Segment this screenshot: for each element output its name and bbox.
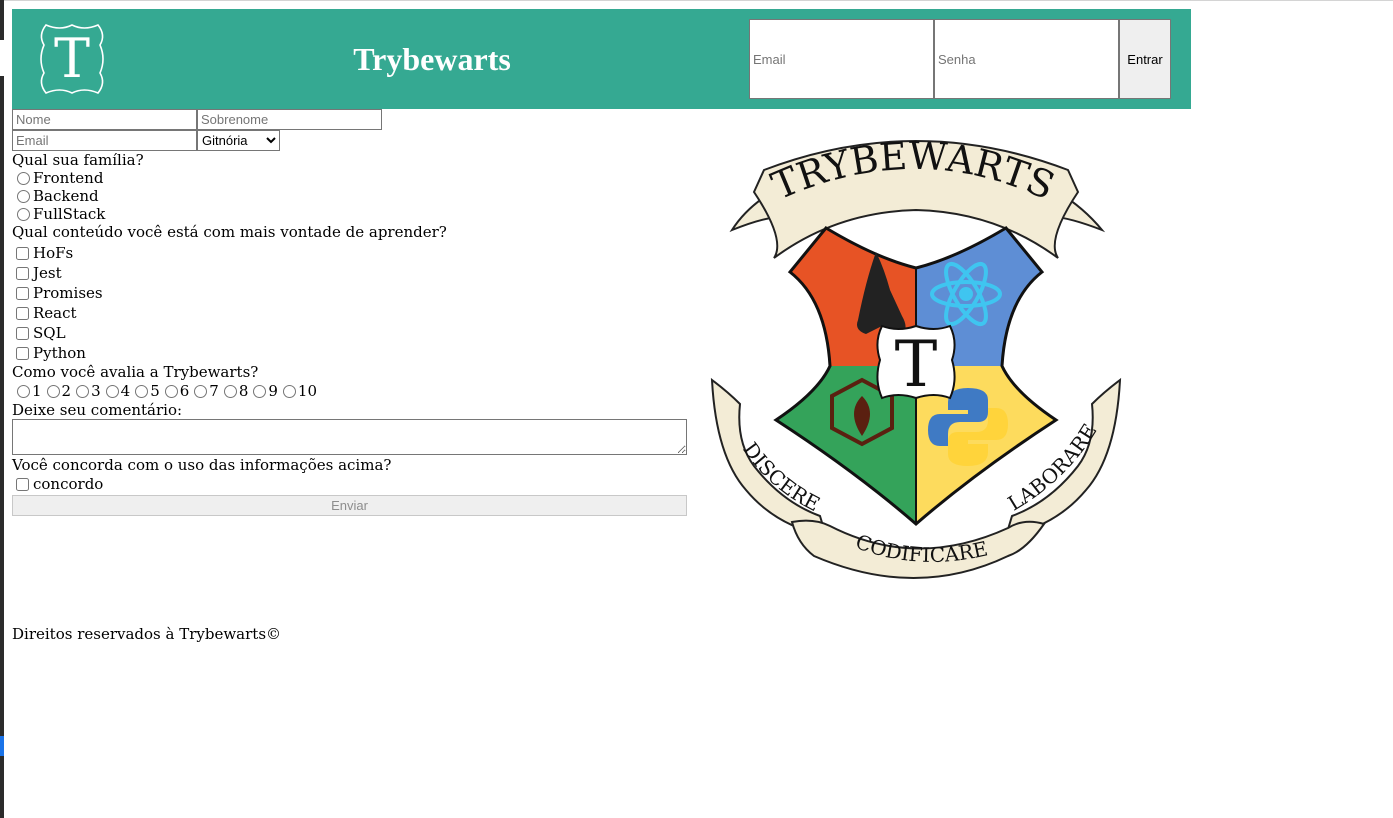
family-option[interactable]: FullStack — [12, 205, 688, 223]
rate-option[interactable]: 4 — [101, 381, 131, 401]
subject-checkbox-hofs[interactable] — [16, 246, 29, 260]
rate-radio-5[interactable] — [135, 384, 149, 398]
subject-option[interactable]: React — [12, 303, 688, 323]
subject-label: Python — [33, 344, 86, 362]
agreement-checkbox[interactable] — [16, 477, 29, 491]
rate-radio-6[interactable] — [164, 384, 178, 398]
rate-label: 8 — [238, 382, 249, 400]
rate-label: 2 — [61, 382, 72, 400]
comment-label: Deixe seu comentário: — [12, 401, 183, 419]
family-label: Backend — [33, 187, 99, 205]
rate-radio-8[interactable] — [223, 384, 237, 398]
rate-label: 7 — [209, 382, 219, 400]
rate-option[interactable]: 1 — [12, 381, 42, 401]
rate-radio-4[interactable] — [105, 384, 119, 398]
subject-checkbox-python[interactable] — [16, 346, 29, 360]
family-label: FullStack — [33, 205, 106, 223]
family-label: Frontend — [33, 169, 104, 187]
rate-label: 4 — [120, 382, 131, 400]
rate-label: 10 — [297, 382, 318, 400]
subject-option[interactable]: HoFs — [12, 243, 688, 263]
rate-radio-3[interactable] — [76, 384, 90, 398]
page-footer: Direitos reservados à Trybewarts© — [12, 625, 282, 643]
login-form: Entrar — [749, 19, 1171, 99]
rate-option[interactable]: 3 — [71, 381, 101, 401]
window-top-edge — [0, 0, 1393, 1]
rate-label: 1 — [32, 382, 42, 400]
rate-option[interactable]: 9 — [248, 381, 278, 401]
logo-letter: T — [53, 27, 91, 90]
lastname-input[interactable] — [197, 109, 382, 130]
subject-option[interactable]: Jest — [12, 263, 688, 283]
subject-option[interactable]: Python — [12, 343, 688, 363]
content-question: Qual conteúdo você está com mais vontade… — [12, 223, 447, 241]
rate-options: 1 2 3 4 5 6 7 8 9 10 — [12, 381, 688, 401]
agreement-label: concordo — [33, 475, 104, 493]
subject-option[interactable]: Promises — [12, 283, 688, 303]
email-input[interactable] — [12, 130, 197, 151]
rate-radio-10[interactable] — [282, 384, 296, 398]
page-header: T Trybewarts Entrar — [12, 9, 1191, 109]
rate-option[interactable]: 6 — [160, 381, 190, 401]
family-option[interactable]: Backend — [12, 187, 688, 205]
family-question: Qual sua família? — [12, 151, 144, 169]
family-radio-fullstack[interactable] — [17, 207, 30, 221]
rate-option[interactable]: 8 — [219, 381, 249, 401]
rate-label: 6 — [179, 382, 190, 400]
subject-label: Jest — [33, 264, 62, 282]
agreement-option[interactable]: concordo — [12, 474, 688, 494]
subject-label: React — [33, 304, 77, 322]
rate-option[interactable]: 5 — [130, 381, 160, 401]
window-left-edge — [0, 0, 4, 818]
rate-option[interactable]: 10 — [278, 381, 317, 401]
family-radio-backend[interactable] — [17, 189, 30, 203]
rate-label: 3 — [91, 382, 101, 400]
subject-checkbox-jest[interactable] — [16, 266, 29, 280]
rate-label: 9 — [268, 382, 278, 400]
subject-checkbox-react[interactable] — [16, 306, 29, 320]
agreement-question: Você concorda com o uso das informações … — [12, 456, 392, 474]
family-option[interactable]: Frontend — [12, 169, 688, 187]
submit-button[interactable]: Enviar — [12, 495, 687, 516]
comment-textarea[interactable] — [12, 419, 687, 455]
rate-option[interactable]: 2 — [42, 381, 72, 401]
subject-option[interactable]: SQL — [12, 323, 688, 343]
house-select[interactable]: Gitnória — [197, 130, 280, 151]
center-letter: T — [895, 328, 938, 402]
login-email-input[interactable] — [749, 19, 934, 99]
rate-label: 5 — [150, 382, 160, 400]
subject-label: SQL — [33, 324, 66, 342]
rate-radio-9[interactable] — [253, 384, 267, 398]
subject-checkbox-sql[interactable] — [16, 326, 29, 340]
family-radio-frontend[interactable] — [17, 171, 30, 185]
site-title: Trybewarts — [353, 41, 511, 77]
name-input[interactable] — [12, 109, 197, 130]
subject-label: Promises — [33, 284, 103, 302]
rate-radio-7[interactable] — [194, 384, 208, 398]
login-submit-button[interactable]: Entrar — [1119, 19, 1171, 99]
rate-radio-1[interactable] — [17, 384, 30, 398]
subject-label: HoFs — [33, 244, 74, 262]
rate-question: Como você avalia a Trybewarts? — [12, 363, 259, 381]
rate-radio-2[interactable] — [46, 384, 60, 398]
subject-checkbox-promises[interactable] — [16, 286, 29, 300]
evaluation-form: Gitnória Qual sua família? Frontend Back… — [12, 109, 688, 516]
login-password-input[interactable] — [934, 19, 1119, 99]
rate-option[interactable]: 7 — [189, 381, 219, 401]
trybewarts-crest-logo: TRYBEWARTS T DISCERE CODIFICARE LABORARE — [710, 134, 1122, 579]
